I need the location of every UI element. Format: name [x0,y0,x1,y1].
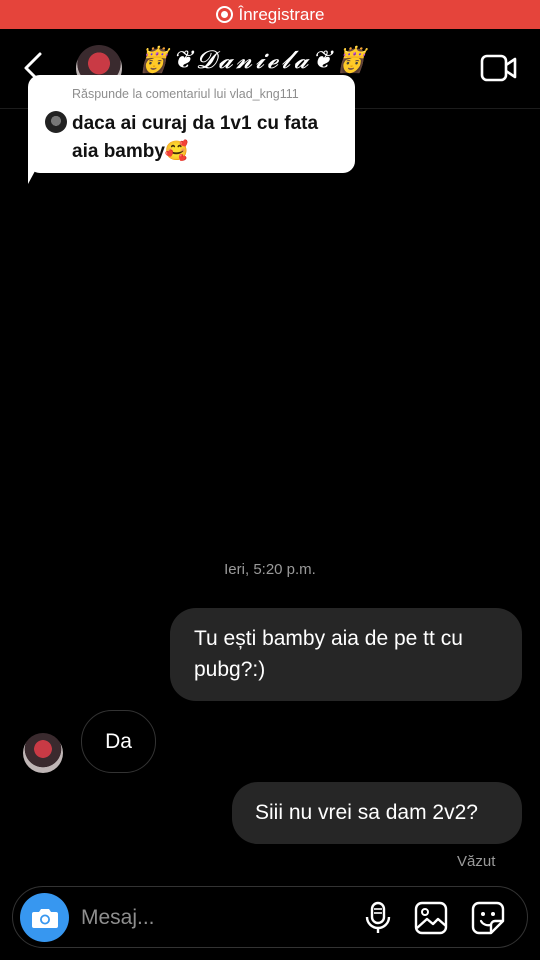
incoming-message[interactable]: Da [81,710,156,773]
recording-indicator-bar[interactable]: Înregistrare [0,0,540,29]
reply-card-header: Răspunde la comentariul lui vlad_kng111 [72,87,299,101]
video-call-button[interactable] [480,53,518,83]
contact-name[interactable]: 👸❦𝓓𝓪𝓷𝓲𝓮𝓵𝓪❦👸 [138,45,370,75]
outgoing-message[interactable]: Tu ești bamby aia de pe tt cu pubg?:) [170,608,522,701]
voice-message-button[interactable] [361,901,395,935]
recording-label: Înregistrare [238,4,325,24]
conversation-timestamp: Ieri, 5:20 p.m. [224,561,316,578]
microphone-icon [365,901,391,933]
message-input[interactable] [81,901,351,935]
outgoing-message[interactable]: Siii nu vrei sa dam 2v2? [232,782,522,844]
record-icon [215,6,233,23]
reply-comment-card[interactable]: Răspunde la comentariul lui vlad_kng111 … [28,75,355,173]
camera-icon [31,908,58,928]
gallery-button[interactable] [414,901,448,935]
seen-status: Văzut [457,853,496,870]
commenter-avatar [45,111,67,133]
gallery-icon [414,901,448,935]
video-camera-icon [480,54,517,82]
camera-button[interactable] [20,893,69,942]
sticker-button[interactable] [471,901,505,935]
sender-avatar[interactable] [23,733,63,773]
reply-comment-text: daca ai curaj da 1v1 cu fata aia bamby🥰 [72,113,319,162]
sticker-icon [471,901,505,935]
message-composer [12,886,528,948]
